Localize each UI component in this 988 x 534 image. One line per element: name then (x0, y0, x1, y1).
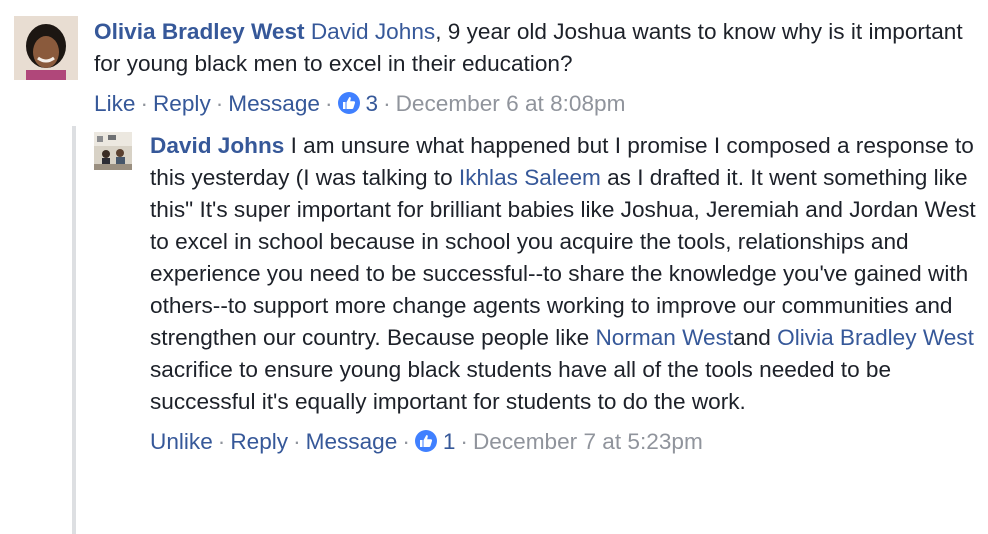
separator-dot: · (215, 91, 224, 116)
reply-mention-1[interactable]: Ikhlas Saleem (459, 165, 601, 190)
reply-text: David Johns I am unsure what happened bu… (150, 130, 980, 418)
reply-text-part-3: and (733, 325, 778, 350)
avatar[interactable] (14, 16, 78, 80)
thumbs-up-icon[interactable] (337, 92, 360, 114)
timestamp[interactable]: December 6 at 8:08pm (396, 91, 626, 116)
separator-dot: · (383, 91, 391, 116)
reply-mention-2[interactable]: Norman West (595, 325, 733, 350)
separator-dot: · (293, 429, 301, 454)
separator-dot: · (140, 91, 148, 116)
separator-dot: · (402, 429, 410, 454)
reply-body: David Johns I am unsure what happened bu… (150, 130, 980, 458)
unlike-link[interactable]: Unlike (150, 429, 213, 454)
separator-dot: · (217, 429, 226, 454)
avatar-image (14, 16, 78, 80)
comment-author[interactable]: Olivia Bradley West (94, 19, 305, 44)
reply-mention-3[interactable]: Olivia Bradley West (777, 325, 974, 350)
reply-author[interactable]: David Johns (150, 133, 284, 158)
reply-link[interactable]: Reply (230, 429, 288, 454)
reply-comment: David Johns I am unsure what happened bu… (72, 126, 982, 534)
like-count[interactable]: 1 (443, 429, 456, 454)
reply-thread: David Johns I am unsure what happened bu… (72, 126, 982, 534)
comment-body: Olivia Bradley West David Johns, 9 year … (94, 16, 974, 120)
reply-text-part-4: sacrifice to ensure young black students… (150, 357, 892, 414)
comment-actions: Like · Reply · Message · 3 · December 6 at 8:08p… (94, 88, 974, 120)
reply-text-part-2: as I drafted it. It went something like … (150, 165, 976, 350)
message-link[interactable]: Message (228, 91, 320, 116)
reply-actions: Unlike · Reply · Message · 1 · December 7 at 5:2… (150, 426, 980, 458)
separator-dot: · (324, 91, 333, 116)
like-count[interactable]: 3 (366, 91, 379, 116)
comment-text: Olivia Bradley West David Johns, 9 year … (94, 16, 974, 80)
separator-dot: · (460, 429, 468, 454)
reply-link[interactable]: Reply (153, 91, 211, 116)
comment-mention[interactable]: David Johns (311, 19, 435, 44)
timestamp[interactable]: December 7 at 5:23pm (473, 429, 703, 454)
thumbs-up-icon[interactable] (414, 430, 437, 452)
message-link[interactable]: Message (306, 429, 398, 454)
like-link[interactable]: Like (94, 91, 135, 116)
